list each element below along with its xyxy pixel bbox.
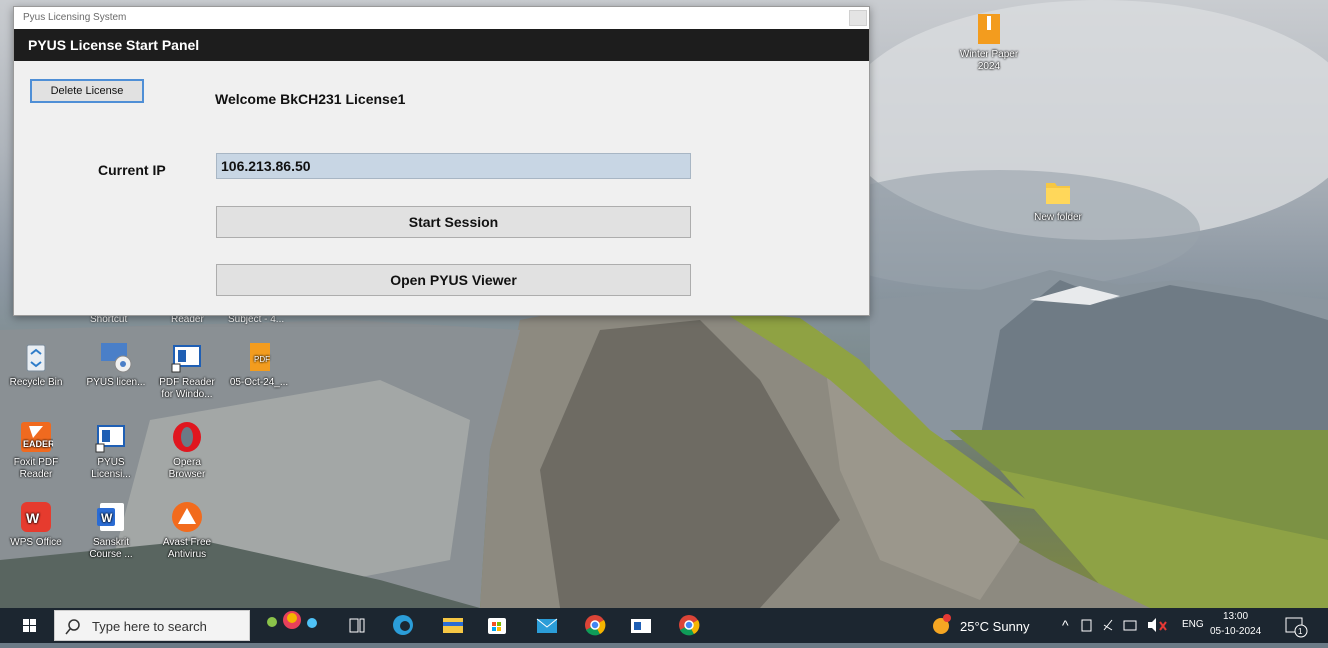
desktop-icon-sanskrit-course[interactable]: W Sanskrit Course ... (80, 500, 142, 561)
window-title: Pyus Licensing System (23, 12, 127, 23)
clock-date[interactable]: 05-10-2024 (1210, 626, 1261, 637)
store-icon[interactable] (484, 608, 510, 643)
window-titlebar: Pyus Licensing System (14, 7, 869, 29)
svg-text:1: 1 (1298, 627, 1303, 636)
desktop-icon-pdf-file[interactable]: PDF 05-Oct-24_... (228, 340, 290, 389)
desktop-icon-recycle-bin[interactable]: Recycle Bin (5, 340, 67, 389)
zip-icon (972, 12, 1006, 46)
desktop-icon-avast[interactable]: Avast Free Antivirus (156, 500, 218, 561)
chrome-icon-2[interactable] (676, 608, 702, 643)
start-button[interactable] (16, 608, 46, 643)
desktop-icon-foxit[interactable]: EADER Foxit PDF Reader (5, 420, 67, 481)
current-ip-field[interactable]: 106.213.86.50 (216, 153, 691, 179)
desktop-icon-new-folder[interactable]: New folder (1027, 175, 1089, 224)
clock-time[interactable]: 13:00 (1223, 611, 1248, 622)
notification-icon[interactable]: 1 (1280, 608, 1310, 643)
file-explorer-icon[interactable] (440, 608, 466, 643)
delete-license-button[interactable]: Delete License (30, 79, 144, 103)
weather-icon[interactable] (930, 608, 954, 643)
pyus-icon (94, 420, 128, 454)
taskbar-search-box[interactable]: Type here to search (54, 610, 250, 641)
task-view-icon[interactable] (344, 608, 370, 643)
desktop-icon-wps[interactable]: W WPS Office (5, 500, 67, 549)
pdf-file-icon: PDF (242, 340, 276, 374)
language-indicator[interactable]: ENG (1182, 619, 1204, 630)
desktop-icon-opera[interactable]: Opera Browser (156, 420, 218, 481)
mail-icon[interactable] (534, 608, 560, 643)
panel-header: PYUS License Start Panel (14, 29, 869, 61)
svg-text:W: W (26, 510, 40, 526)
desktop-icon-pyus-licensing[interactable]: PYUS licen... (85, 340, 147, 389)
chrome-icon[interactable] (582, 608, 608, 643)
search-icon (65, 619, 80, 635)
pdf-reader-taskbar-icon[interactable] (628, 608, 654, 643)
current-ip-label: Current IP (98, 162, 166, 178)
svg-text:EADER: EADER (23, 439, 53, 449)
open-viewer-button[interactable]: Open PYUS Viewer (216, 264, 691, 296)
taskbar: Type here to search 25°C Sunny ^ ENG 13:… (0, 608, 1328, 643)
desktop-icon-pdf-reader[interactable]: PDF Reader for Windo... (156, 340, 218, 401)
close-button[interactable] (849, 10, 867, 26)
desktop-icon-winter-paper[interactable]: Winter Paper 2024 (958, 12, 1020, 73)
folder-icon (1041, 175, 1075, 209)
svg-text:PDF: PDF (254, 355, 270, 364)
desktop-icon-pyus-licensing-2[interactable]: PYUS Licensi... (80, 420, 142, 481)
svg-text:W: W (101, 511, 113, 525)
edge-icon[interactable] (390, 608, 416, 643)
pdf-reader-icon (170, 340, 204, 374)
search-placeholder: Type here to search (92, 619, 207, 634)
opera-icon (170, 420, 204, 454)
search-highlight-icon[interactable] (260, 608, 330, 643)
chevron-up-icon[interactable]: ^ (1062, 617, 1069, 633)
word-icon: W (94, 500, 128, 534)
recycle-bin-icon (19, 340, 53, 374)
avast-icon (170, 500, 204, 534)
tray-icons[interactable] (1078, 608, 1178, 643)
start-session-button[interactable]: Start Session (216, 206, 691, 238)
windows-icon (23, 619, 36, 632)
wps-icon: W (19, 500, 53, 534)
welcome-text: Welcome BkCH231 License1 (215, 91, 406, 107)
weather-text[interactable]: 25°C Sunny (960, 619, 1030, 634)
foxit-icon: EADER (19, 420, 55, 454)
license-window: Pyus Licensing System PYUS License Start… (13, 6, 870, 316)
pyus-icon (99, 340, 133, 374)
